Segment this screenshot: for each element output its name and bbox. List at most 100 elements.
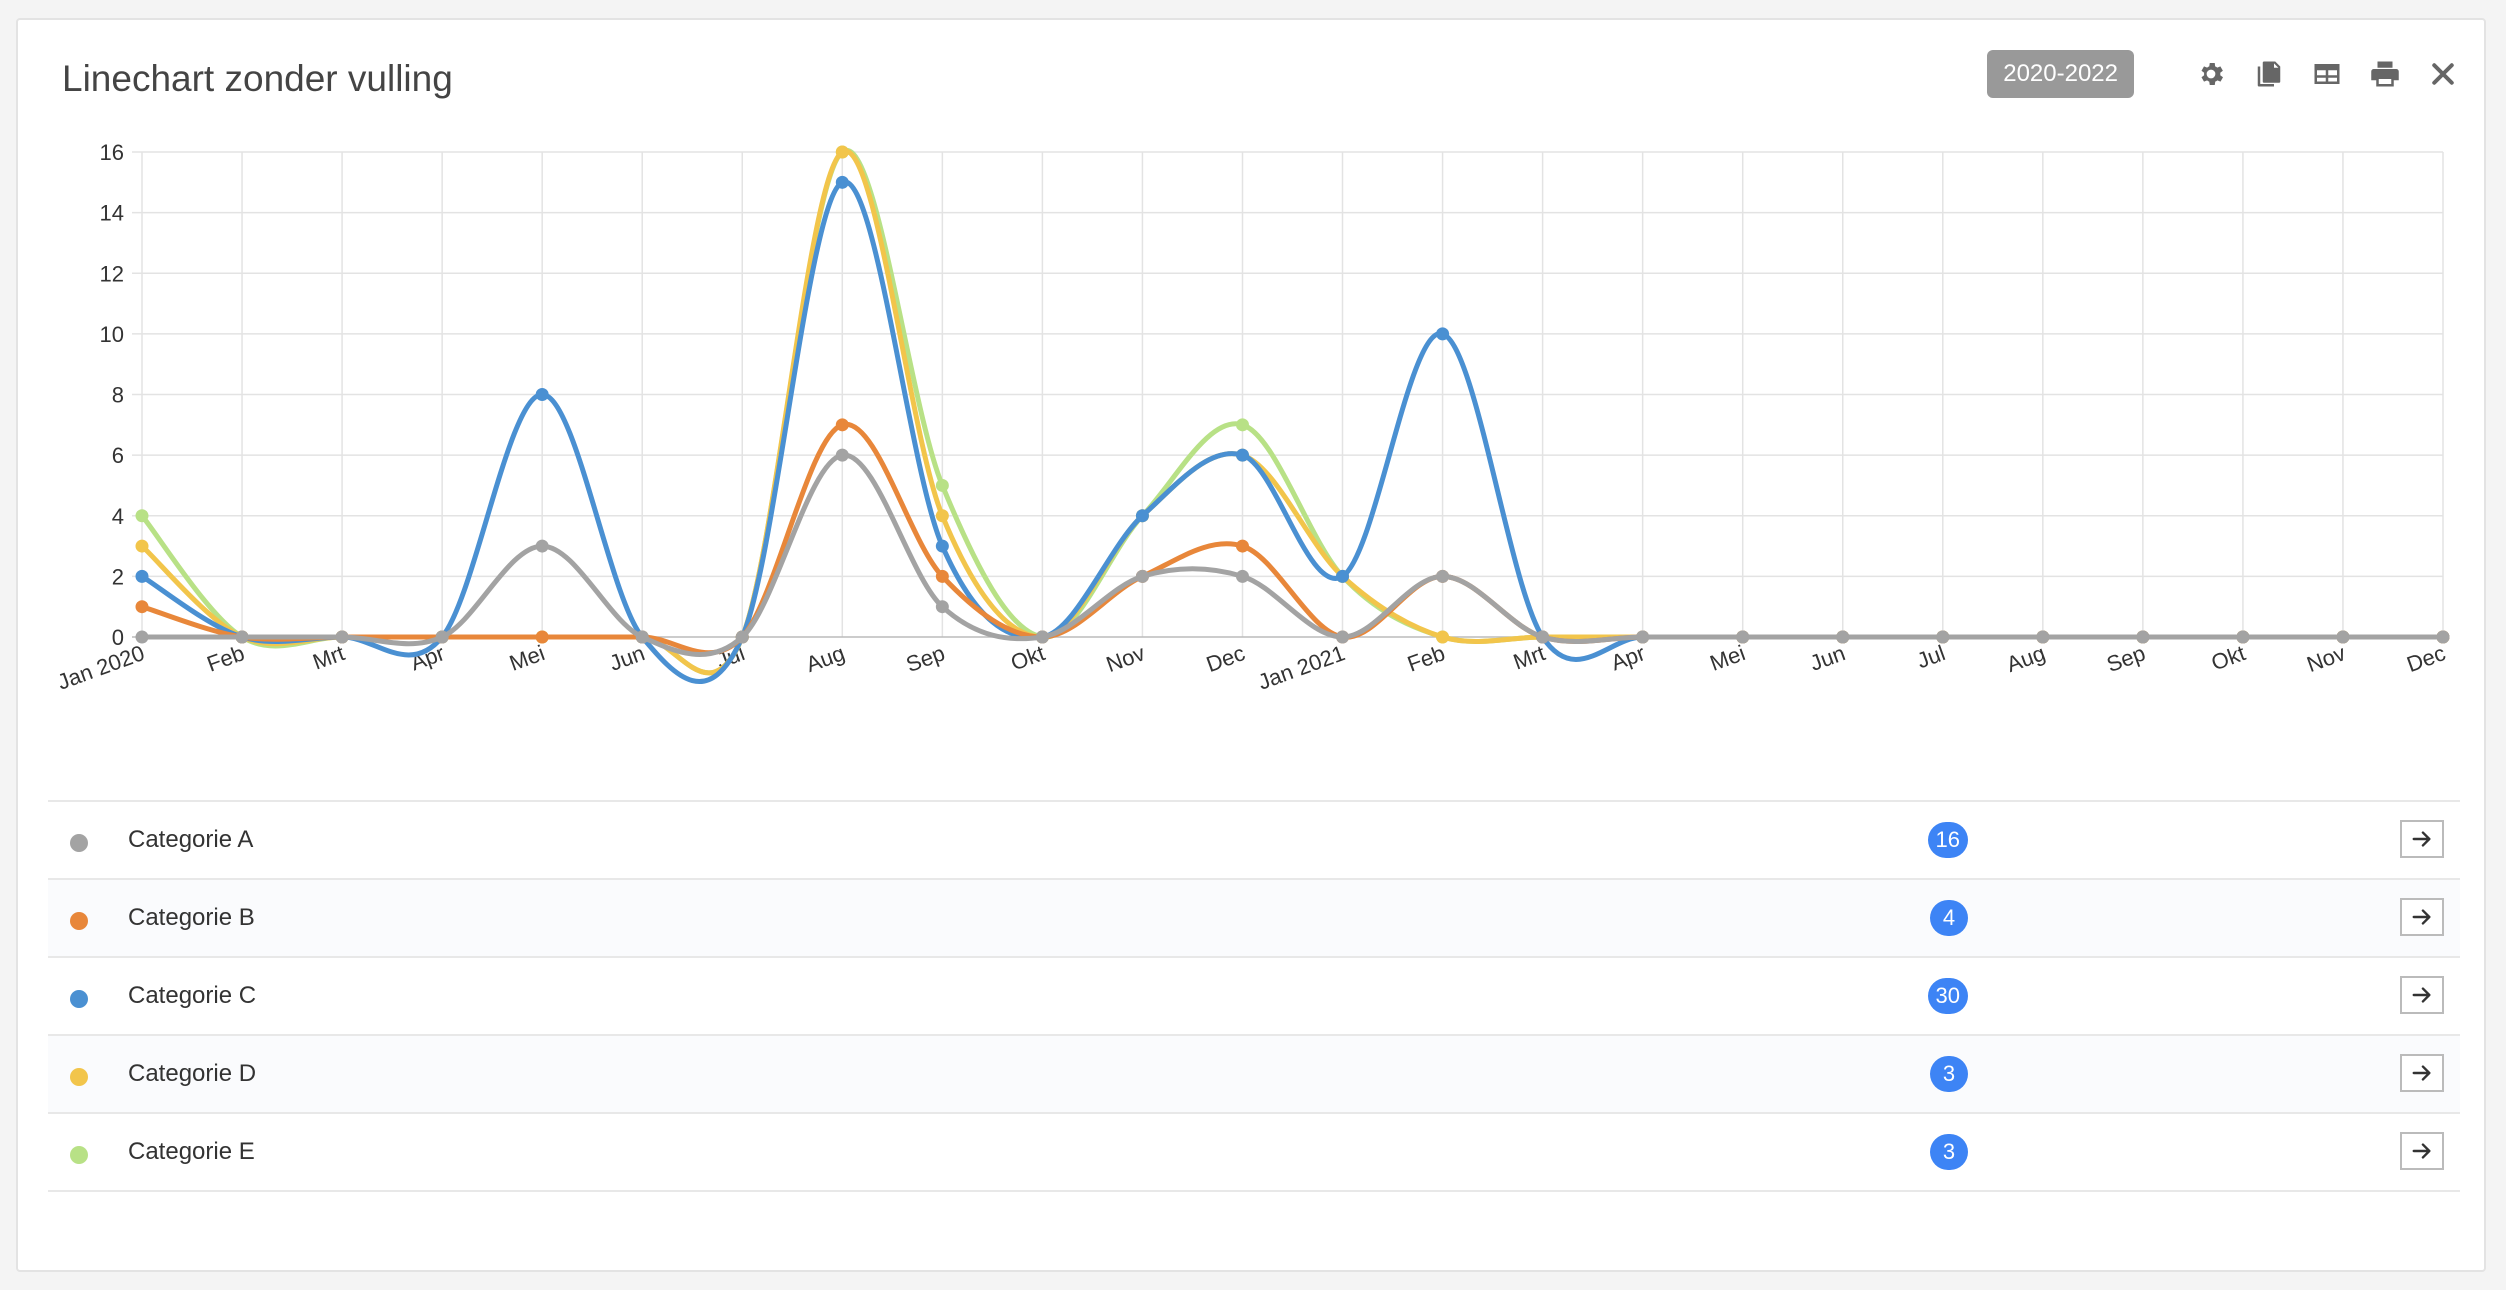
data-point xyxy=(2136,630,2150,644)
y-tick-label: 8 xyxy=(112,383,124,408)
data-point xyxy=(1235,539,1249,553)
data-point xyxy=(935,509,949,523)
legend-count: 4 xyxy=(1918,900,1968,936)
legend-label: Categorie C xyxy=(128,982,257,1009)
legend-row[interactable]: Categorie D 3 xyxy=(48,1036,2460,1114)
data-point xyxy=(935,569,949,583)
data-point xyxy=(1336,630,1350,644)
data-point xyxy=(2436,630,2450,644)
data-point xyxy=(235,630,249,644)
x-tick-label: Aug xyxy=(2003,640,2048,677)
data-point xyxy=(635,630,649,644)
data-point xyxy=(1135,509,1149,523)
data-point xyxy=(1336,569,1350,583)
y-tick-label: 16 xyxy=(100,140,124,165)
x-tick-label: Okt xyxy=(2208,640,2249,675)
legend-label: Categorie B xyxy=(128,904,255,931)
data-point xyxy=(535,630,549,644)
data-point xyxy=(535,388,549,401)
x-tick-label: Mrt xyxy=(309,640,347,674)
legend-row[interactable]: Categorie E 3 xyxy=(48,1114,2460,1192)
data-point xyxy=(735,630,749,644)
series-line xyxy=(141,422,2443,656)
legend-dot xyxy=(70,990,88,1008)
data-point xyxy=(835,145,849,159)
x-tick-label: Jan 2020 xyxy=(54,640,148,694)
data-point xyxy=(1235,448,1249,462)
x-tick-label: Jul xyxy=(1914,640,1949,673)
series-line xyxy=(140,179,2443,685)
x-tick-label: Mrt xyxy=(1510,640,1548,674)
data-point xyxy=(1936,630,1950,644)
data-point xyxy=(135,539,149,553)
data-point xyxy=(1736,630,1750,644)
legend-label: Categorie D xyxy=(128,1060,257,1087)
legend-dot xyxy=(70,1068,88,1086)
count-badge: 3 xyxy=(1930,1056,1968,1092)
data-point xyxy=(1235,569,1249,583)
legend-row[interactable]: Categorie C 30 xyxy=(48,958,2460,1036)
line-chart-svg: 0246810121416Jan 2020 Feb Mrt Apr Mei Jun Jul A… xyxy=(54,140,2450,695)
x-tick-label: Dec xyxy=(2403,640,2448,677)
data-point xyxy=(835,448,849,462)
arrow-right-icon xyxy=(2412,1143,2431,1159)
open-category-button[interactable] xyxy=(2400,1054,2444,1092)
data-point xyxy=(935,539,949,553)
open-category-button[interactable] xyxy=(2400,976,2444,1014)
data-point xyxy=(135,630,149,644)
data-point xyxy=(1235,418,1249,432)
legend-count: 30 xyxy=(1918,978,1968,1014)
data-point xyxy=(1636,630,1650,644)
count-badge: 16 xyxy=(1927,822,1968,858)
data-point xyxy=(135,600,149,614)
data-point xyxy=(935,600,949,614)
legend-row[interactable]: Categorie B 4 xyxy=(48,880,2460,958)
x-tick-label: Sep xyxy=(2103,640,2148,677)
count-badge: 4 xyxy=(1930,900,1968,936)
arrow-right-icon xyxy=(2412,909,2431,925)
x-tick-label: Nov xyxy=(2303,640,2348,677)
legend-label: Categorie E xyxy=(128,1138,255,1165)
x-tick-label: Jun xyxy=(606,640,648,676)
data-point xyxy=(935,478,949,492)
arrow-right-icon xyxy=(2412,831,2431,847)
y-tick-label: 10 xyxy=(100,322,124,347)
legend-dot xyxy=(70,912,88,930)
data-point xyxy=(2336,630,2350,644)
data-point xyxy=(835,175,849,189)
data-point xyxy=(835,418,849,432)
y-tick-label: 4 xyxy=(112,504,124,529)
x-tick-label: Sep xyxy=(903,640,948,677)
y-tick-label: 12 xyxy=(100,261,124,286)
line-chart: 0 2 4 6 8 10 12 14 16 Jan 2020 Feb Mrt Apr Mei Jun Jul A… xyxy=(0,0,2506,780)
data-point xyxy=(2236,630,2250,644)
legend-table: Categorie A 16 Categorie B 4 Categorie C… xyxy=(48,800,2460,1192)
data-point xyxy=(1836,630,1850,644)
x-tick-label: Feb xyxy=(1404,640,1448,676)
data-point xyxy=(1436,569,1450,583)
open-category-button[interactable] xyxy=(2400,1132,2444,1170)
data-point xyxy=(535,539,549,553)
y-tick-label: 6 xyxy=(112,443,124,468)
open-category-button[interactable] xyxy=(2400,898,2444,936)
legend-dot xyxy=(70,834,88,852)
count-badge: 30 xyxy=(1927,978,1968,1014)
x-tick-label: Nov xyxy=(1103,640,1148,677)
y-tick-label: 2 xyxy=(112,564,124,589)
data-point xyxy=(1436,630,1450,644)
open-category-button[interactable] xyxy=(2400,820,2444,858)
data-point xyxy=(335,630,349,644)
legend-dot xyxy=(70,1146,88,1164)
data-point xyxy=(435,630,449,644)
data-point xyxy=(135,569,149,583)
x-tick-label: Mei xyxy=(1707,640,1749,676)
legend-count: 3 xyxy=(1918,1056,1968,1092)
x-tick-label: Okt xyxy=(1007,640,1048,675)
x-tick-label: Feb xyxy=(204,640,248,676)
data-point xyxy=(1536,630,1550,644)
count-badge: 3 xyxy=(1930,1134,1968,1170)
legend-row[interactable]: Categorie A 16 xyxy=(48,802,2460,880)
data-point xyxy=(2036,630,2050,644)
series-line xyxy=(142,452,2443,657)
data-point xyxy=(1436,327,1450,341)
